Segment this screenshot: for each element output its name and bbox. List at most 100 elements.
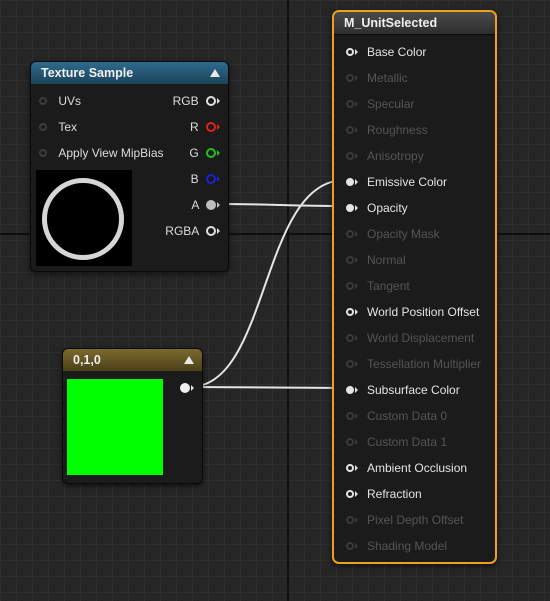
output-pin-rgb[interactable]: RGB [173,93,220,109]
material-pin-world-position-offset[interactable]: World Position Offset [346,304,479,320]
material-pin-pixel-depth-offset[interactable]: Pixel Depth Offset [346,512,464,528]
pin-arrow-icon [355,516,358,523]
material-pin-anisotropy[interactable]: Anisotropy [346,148,424,164]
material-result-header[interactable]: M_UnitSelected [334,12,495,35]
constant-vector-node[interactable]: 0,1,0 [62,348,203,484]
pin-label: Tangent [367,279,410,293]
input-pin-icon [39,148,47,157]
grid-major-line [287,0,289,601]
output-pin-r[interactable]: R [190,119,220,135]
pin-arrow-icon [355,464,358,471]
input-pin-icon [346,385,354,394]
material-pin-roughness[interactable]: Roughness [346,122,428,138]
input-pin-icon [346,177,354,186]
pin-label: Custom Data 0 [367,409,448,423]
pin-arrow-icon [355,230,358,237]
material-pin-specular[interactable]: Specular [346,96,414,112]
collapse-arrow-icon[interactable] [184,356,194,364]
material-pin-subsurface-color[interactable]: Subsurface Color [346,382,460,398]
material-result-node[interactable]: M_UnitSelected Base Color Metallic Specula… [332,10,497,564]
input-pin-icon [346,151,354,160]
pin-arrow-icon [355,204,358,211]
pin-arrow-icon [355,490,358,497]
pin-label: Ambient Occlusion [367,461,468,475]
pin-label: Metallic [367,71,408,85]
pin-label: B [190,172,199,186]
material-pin-refraction[interactable]: Refraction [346,486,422,502]
pin-arrow-icon [355,178,358,185]
input-pin-icon [346,229,354,238]
input-pin-icon [346,515,354,524]
texture-sample-node[interactable]: Texture Sample UVs Tex Apply View MipBia… [30,61,229,272]
material-pin-tessellation-multiplier[interactable]: Tessellation Multiplier [346,356,481,372]
output-pin-icon [180,382,190,393]
pin-label: Opacity [367,201,408,215]
pin-label: World Position Offset [367,305,480,319]
material-title: M_UnitSelected [344,16,438,30]
material-pin-custom-data-0[interactable]: Custom Data 0 [346,408,447,424]
color-swatch [67,379,163,475]
pin-arrow-icon [191,384,194,391]
constant-vector-header[interactable]: 0,1,0 [63,349,202,371]
pin-label: Roughness [367,123,428,137]
pin-arrow-icon [355,386,358,393]
pin-label: Tessellation Multiplier [367,357,482,371]
material-pin-normal[interactable]: Normal [346,252,406,268]
input-pin-icon [346,203,354,212]
material-pin-opacity-mask[interactable]: Opacity Mask [346,226,440,242]
pin-arrow-icon [217,149,220,156]
pin-arrow-icon [355,438,358,445]
input-pin-icon [346,307,354,316]
pin-label: Pixel Depth Offset [367,513,464,527]
texture-sample-header[interactable]: Texture Sample [31,62,228,84]
wire-a-to-opacity [216,203,346,207]
material-pin-shading-model[interactable]: Shading Model [346,538,447,554]
output-pin-icon [206,173,216,184]
material-pin-ambient-occlusion[interactable]: Ambient Occlusion [346,460,467,476]
material-pin-base-color[interactable]: Base Color [346,44,426,60]
pin-arrow-icon [217,175,220,182]
pin-label: Emissive Color [367,175,448,189]
material-pin-opacity[interactable]: Opacity [346,200,408,216]
pin-arrow-icon [355,100,358,107]
pin-arrow-icon [355,256,358,263]
material-pin-metallic[interactable]: Metallic [346,70,408,86]
ring-texture-image [42,178,124,260]
input-pin-apply-view-mipbias[interactable]: Apply View MipBias [39,145,164,161]
pin-arrow-icon [217,123,220,130]
material-pin-tangent[interactable]: Tangent [346,278,410,294]
material-pin-custom-data-1[interactable]: Custom Data 1 [346,434,447,450]
material-pin-world-displacement[interactable]: World Displacement [346,330,474,346]
input-pin-tex[interactable]: Tex [39,119,77,135]
pin-label: World Displacement [367,331,475,345]
collapse-arrow-icon[interactable] [210,69,220,77]
input-pin-icon [346,99,354,108]
pin-label: Normal [367,253,406,267]
input-pin-icon [346,411,354,420]
pin-label: Tex [58,120,78,134]
input-pin-uvs[interactable]: UVs [39,93,81,109]
pin-label: R [189,120,199,134]
pin-arrow-icon [355,152,358,159]
pin-label: Custom Data 1 [367,435,448,449]
pin-arrow-icon [355,360,358,367]
output-pin-rgba[interactable]: RGBA [165,223,220,239]
material-pin-emissive-color[interactable]: Emissive Color [346,174,447,190]
output-pin-b[interactable]: B [191,171,220,187]
pin-label: Anisotropy [367,149,424,163]
pin-arrow-icon [355,74,358,81]
output-pin-a[interactable]: A [191,197,220,213]
pin-arrow-icon [355,126,358,133]
input-pin-icon [346,489,354,498]
pin-label: RGBA [165,224,199,238]
pin-arrow-icon [355,334,358,341]
pin-label: Opacity Mask [367,227,440,241]
output-pin-g[interactable]: G [189,145,220,161]
pin-arrow-icon [355,542,358,549]
output-pin-constant[interactable] [180,380,194,396]
pin-label: Specular [367,97,415,111]
pin-label: A [191,198,199,212]
material-graph-canvas[interactable]: Texture Sample UVs Tex Apply View MipBia… [0,0,550,601]
input-pin-icon [39,96,47,105]
pin-arrow-icon [355,412,358,419]
